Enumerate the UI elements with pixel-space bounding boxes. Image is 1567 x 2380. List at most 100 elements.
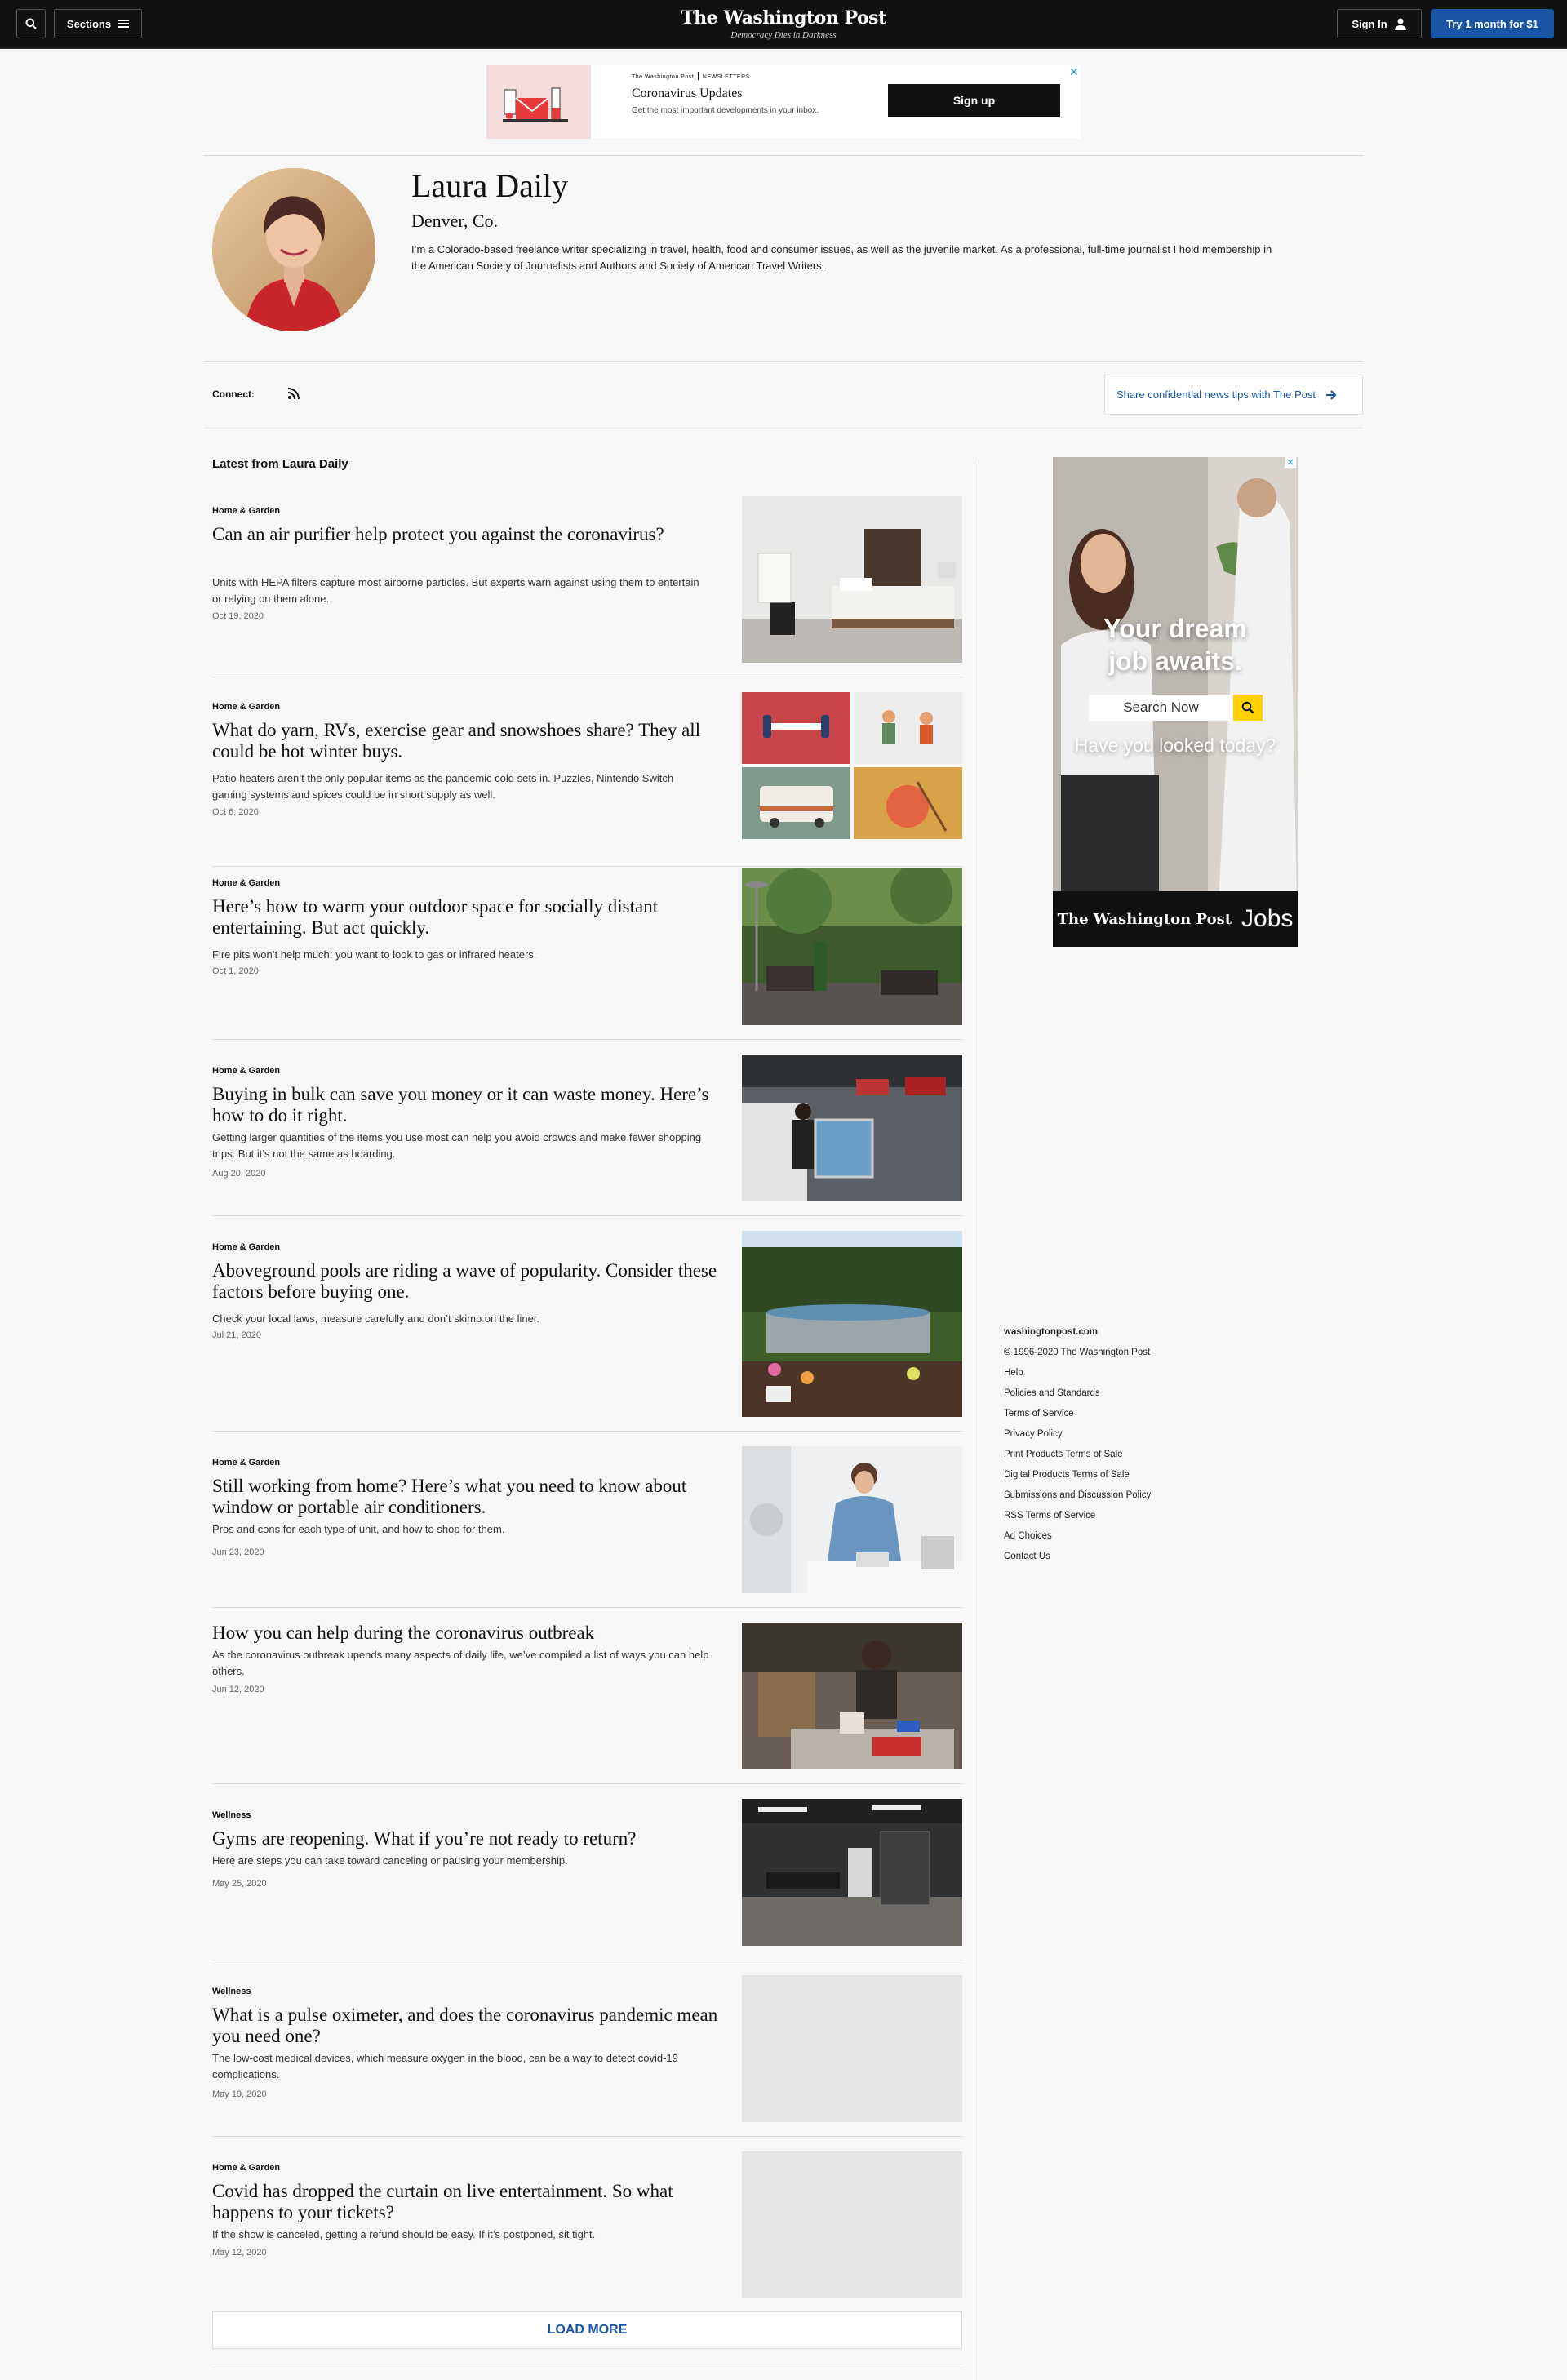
story-thumbnail[interactable] [742, 1446, 962, 1593]
story-headline[interactable]: Can an air purifier help protect you aga… [212, 524, 718, 545]
sections-menu-button[interactable]: Sections [54, 9, 142, 38]
story-item: How you can help during the coronavirus … [212, 1623, 962, 1784]
story-kicker[interactable]: Home & Garden [212, 1066, 280, 1076]
ad-footer: The Washington Post Jobs [1053, 891, 1298, 947]
ad-search-label[interactable]: Search Now [1089, 695, 1233, 721]
story-kicker[interactable]: Home & Garden [212, 702, 280, 712]
story-item: Home & Garden Covid has dropped the curt… [212, 2151, 962, 2298]
story-headline[interactable]: Still working from home? Here’s what you… [212, 1476, 718, 1518]
trial-label: Try 1 month for $1 [1446, 17, 1538, 30]
ad-choices-close-icon[interactable]: ✕ [1285, 457, 1296, 468]
story-thumbnail[interactable] [742, 1623, 962, 1769]
ad-search-box[interactable]: Search Now [1089, 695, 1263, 721]
newsletter-signup-button[interactable]: Sign up [888, 84, 1060, 117]
story-headline[interactable]: How you can help during the coronavirus … [212, 1623, 718, 1644]
story-item: Wellness What is a pulse oximeter, and d… [212, 1975, 962, 2137]
divider [212, 2136, 962, 2137]
story-blurb: Pros and cons for each type of unit, and… [212, 1523, 505, 1535]
newsletter-brand-sub: NEWSLETTERS [702, 74, 750, 80]
footer-link-submissions[interactable]: Submissions and Discussion Policy [1004, 1489, 1151, 1509]
ad-search-button[interactable] [1233, 695, 1263, 721]
story-thumbnail-placeholder[interactable] [742, 2151, 962, 2298]
story-kicker[interactable]: Wellness [212, 1810, 251, 1820]
story-thumbnail[interactable] [742, 1231, 962, 1417]
ad-brand: The Washington Post [1057, 910, 1232, 928]
story-headline[interactable]: What do yarn, RVs, exercise gear and sno… [212, 720, 718, 762]
story-headline[interactable]: Covid has dropped the curtain on live en… [212, 2181, 718, 2223]
story-item: Home & Garden Buying in bulk can save yo… [212, 1055, 962, 1216]
author-location: Denver, Co. [411, 211, 499, 231]
connect-label: Connect: [212, 389, 255, 400]
story-blurb: Here are steps you can take toward cance… [212, 1854, 568, 1867]
story-date: Oct 1, 2020 [212, 966, 259, 976]
footer-link-policies[interactable]: Policies and Standards [1004, 1387, 1151, 1407]
jobs-advertisement[interactable]: Your dream job awaits. Search Now Have yo… [1053, 457, 1298, 947]
footer-site[interactable]: washingtonpost.com [1004, 1325, 1151, 1346]
share-news-tips-button[interactable]: Share confidential news tips with The Po… [1104, 375, 1363, 415]
footer-link-help[interactable]: Help [1004, 1366, 1151, 1387]
subscribe-trial-button[interactable]: Try 1 month for $1 [1431, 9, 1554, 38]
story-date: May 25, 2020 [212, 1879, 267, 1889]
story-date: Aug 20, 2020 [212, 1169, 266, 1179]
divider [212, 1607, 962, 1608]
story-kicker[interactable]: Wellness [212, 1987, 251, 1996]
story-date: May 19, 2020 [212, 2089, 267, 2099]
story-kicker[interactable]: Home & Garden [212, 506, 280, 516]
search-button[interactable] [16, 9, 46, 38]
story-blurb: The low-cost medical devices, which meas… [212, 2052, 678, 2080]
author-bio: I’m a Colorado-based freelance writer sp… [411, 243, 1272, 272]
story-item: Home & Garden Can an air purifier help p… [212, 495, 962, 677]
divider [212, 1783, 962, 1784]
story-kicker[interactable]: Home & Garden [212, 1458, 280, 1468]
story-headline[interactable]: Gyms are reopening. What if you’re not r… [212, 1828, 718, 1849]
story-item: Home & Garden What do yarn, RVs, exercis… [212, 690, 962, 867]
story-thumbnail-placeholder[interactable] [742, 1975, 962, 2122]
sections-label: Sections [66, 17, 112, 30]
sign-in-button[interactable]: Sign In [1337, 9, 1422, 38]
story-kicker[interactable]: Home & Garden [212, 878, 280, 888]
footer-link-ad-choices[interactable]: Ad Choices [1004, 1530, 1151, 1550]
divider [212, 1431, 962, 1432]
ad-product: Jobs [1241, 905, 1294, 932]
story-blurb: If the show is canceled, getting a refun… [212, 2228, 596, 2240]
close-icon[interactable]: ✕ [1069, 65, 1079, 79]
ad-headline-line: Your dream [1103, 614, 1247, 643]
newsletter-title: Coronavirus Updates [632, 87, 743, 100]
site-logo[interactable]: The Washington Post Democracy Dies in Da… [620, 7, 947, 40]
footer-link-terms[interactable]: Terms of Service [1004, 1407, 1151, 1428]
logo-name: The Washington Post [681, 7, 886, 29]
story-blurb: Fire pits won’t help much; you want to l… [212, 948, 537, 961]
story-thumbnail[interactable] [742, 868, 962, 1025]
footer-link-privacy[interactable]: Privacy Policy [1004, 1428, 1151, 1448]
story-item: Home & Garden Here’s how to warm your ou… [212, 867, 962, 1040]
story-blurb: Getting larger quantities of the items y… [212, 1131, 702, 1160]
footer-link-print-terms[interactable]: Print Products Terms of Sale [1004, 1448, 1151, 1468]
story-headline[interactable]: Buying in bulk can save you money or it … [212, 1084, 718, 1126]
story-date: Jul 21, 2020 [212, 1330, 261, 1340]
story-thumbnail[interactable] [742, 692, 962, 839]
story-headline[interactable]: Aboveground pools are riding a wave of p… [212, 1260, 718, 1303]
story-date: Oct 6, 2020 [212, 807, 259, 817]
footer-link-rss-terms[interactable]: RSS Terms of Service [1004, 1509, 1151, 1530]
story-blurb: Units with HEPA filters capture most air… [212, 576, 699, 605]
footer-copyright: © 1996-2020 The Washington Post [1004, 1348, 1151, 1357]
story-blurb: Patio heaters aren’t the only popular it… [212, 772, 674, 801]
story-item: Home & Garden Aboveground pools are ridi… [212, 1231, 962, 1432]
story-kicker[interactable]: Home & Garden [212, 1242, 280, 1252]
rss-icon[interactable] [287, 387, 300, 400]
story-headline[interactable]: Here’s how to warm your outdoor space fo… [212, 896, 718, 939]
story-headline[interactable]: What is a pulse oximeter, and does the c… [212, 2005, 718, 2047]
footer-link-contact[interactable]: Contact Us [1004, 1550, 1151, 1570]
hamburger-icon [118, 20, 130, 28]
story-date: Jun 12, 2020 [212, 1685, 264, 1694]
story-kicker[interactable]: Home & Garden [212, 2163, 280, 2173]
story-thumbnail[interactable] [742, 496, 962, 663]
sign-in-label: Sign In [1352, 17, 1387, 30]
story-thumbnail[interactable] [742, 1055, 962, 1201]
load-more-button[interactable]: LOAD MORE [212, 2311, 962, 2349]
user-icon [1394, 18, 1406, 30]
story-thumbnail[interactable] [742, 1799, 962, 1946]
footer-link-digital-terms[interactable]: Digital Products Terms of Sale [1004, 1468, 1151, 1489]
divider [204, 155, 1363, 156]
story-date: Oct 19, 2020 [212, 611, 264, 621]
